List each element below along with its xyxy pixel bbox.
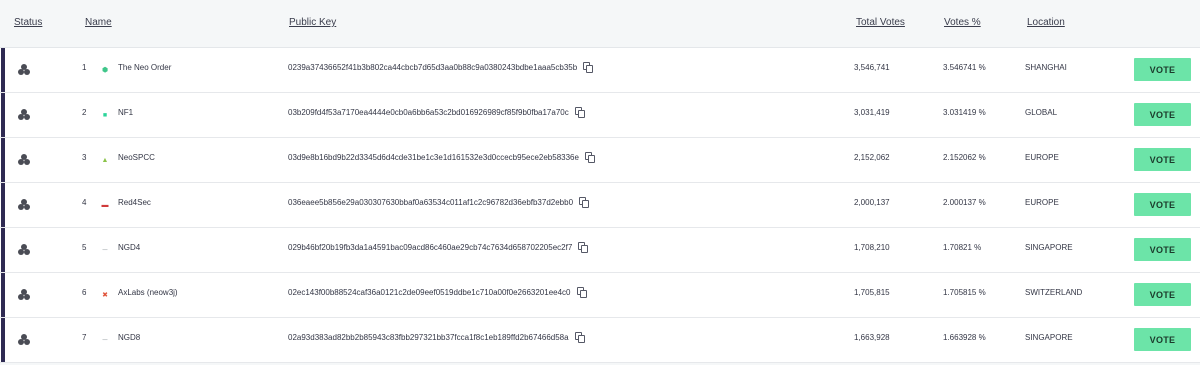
rank: 4 (82, 198, 87, 207)
vote-button[interactable]: VOTE (1134, 58, 1191, 81)
table-row: 2 ■ NF1 03b209fd4f53a7170ea4444e0cb0a6bb… (0, 93, 1200, 138)
status-icon (18, 289, 30, 301)
copy-icon[interactable] (575, 107, 585, 118)
votes-percent: 2.000137 % (943, 198, 986, 207)
votes-percent: 3.031419 % (943, 108, 986, 117)
status-icon (18, 109, 30, 121)
location: SWITZERLAND (1025, 288, 1083, 297)
table-row: 7 ─ NGD8 02a93d383ad82bb2b85943c83fbb297… (0, 318, 1200, 363)
total-votes: 2,000,137 (854, 198, 890, 207)
nf1-logo-icon: ■ (102, 111, 108, 119)
ngd-logo-icon: ─ (102, 246, 108, 254)
location: SHANGHAI (1025, 63, 1067, 72)
vote-button[interactable]: VOTE (1134, 148, 1191, 171)
column-header-public-key[interactable]: Public Key (289, 17, 336, 28)
vote-button[interactable]: VOTE (1134, 328, 1191, 351)
candidate-name: Red4Sec (118, 198, 151, 207)
table-row: 6 ✖ AxLabs (neow3j) 02ec143f00b88524caf3… (0, 273, 1200, 318)
rank: 3 (82, 153, 87, 162)
status-icon (18, 334, 30, 346)
vote-button[interactable]: VOTE (1134, 238, 1191, 261)
rank: 2 (82, 108, 87, 117)
votes-percent: 1.70821 % (943, 243, 982, 252)
vote-button[interactable]: VOTE (1134, 283, 1191, 306)
votes-percent: 1.663928 % (943, 333, 986, 342)
total-votes: 1,663,928 (854, 333, 890, 342)
status-icon (18, 244, 30, 256)
candidate-list: 1 ⬢ The Neo Order 0239a37436652f41b3b802… (0, 48, 1200, 363)
public-key: 03b209fd4f53a7170ea4444e0cb0a6bb6a53c2bd… (288, 108, 569, 117)
copy-icon[interactable] (579, 197, 589, 208)
copy-icon[interactable] (575, 332, 585, 343)
candidate-name: The Neo Order (118, 63, 172, 72)
location: EUROPE (1025, 153, 1059, 162)
public-key: 029b46bf20b19fb3da1a4591bac09acd86c460ae… (288, 243, 573, 252)
rank: 5 (82, 243, 87, 252)
copy-icon[interactable] (577, 287, 587, 298)
table-row: 3 ▲ NeoSPCC 03d9e8b16bd9b22d3345d6d4cde3… (0, 138, 1200, 183)
copy-icon[interactable] (583, 62, 593, 73)
public-key: 02ec143f00b88524caf36a0121c2de09eef0519d… (288, 288, 571, 297)
candidate-name: NGD8 (118, 333, 141, 342)
copy-icon[interactable] (578, 242, 588, 253)
column-header-total-votes[interactable]: Total Votes (856, 17, 905, 28)
status-icon (18, 154, 30, 166)
total-votes: 1,705,815 (854, 288, 890, 297)
red4sec-logo-icon: ▬ (101, 201, 109, 209)
copy-icon[interactable] (585, 152, 595, 163)
location: SINGAPORE (1025, 243, 1073, 252)
rank: 1 (82, 63, 87, 72)
table-row: 1 ⬢ The Neo Order 0239a37436652f41b3b802… (0, 48, 1200, 93)
candidate-name: NF1 (118, 108, 134, 117)
public-key: 036eaee5b856e29a030307630bbaf0a63534c011… (288, 198, 574, 207)
location: SINGAPORE (1025, 333, 1073, 342)
total-votes: 1,708,210 (854, 243, 890, 252)
ngd-logo-icon: ─ (102, 336, 108, 344)
axlabs-logo-icon: ✖ (102, 292, 108, 299)
column-header-status[interactable]: Status (14, 17, 42, 28)
public-key: 0239a37436652f41b3b802ca44cbcb7d65d3aa0b… (288, 63, 578, 72)
votes-percent: 3.546741 % (943, 63, 986, 72)
rank: 6 (82, 288, 87, 297)
public-key: 03d9e8b16bd9b22d3345d6d4cde31be1c3e1d161… (288, 153, 579, 162)
table-row: 5 ─ NGD4 029b46bf20b19fb3da1a4591bac09ac… (0, 228, 1200, 273)
votes-percent: 1.705815 % (943, 288, 986, 297)
total-votes: 3,031,419 (854, 108, 890, 117)
total-votes: 2,152,062 (854, 153, 890, 162)
column-header-name[interactable]: Name (85, 17, 112, 28)
neospcc-logo-icon: ▲ (101, 156, 109, 164)
location: GLOBAL (1025, 108, 1058, 117)
table-header: Status Name Public Key Total Votes Votes… (0, 0, 1200, 48)
candidate-name: NeoSPCC (118, 153, 155, 162)
rank: 7 (82, 333, 87, 342)
location: EUROPE (1025, 198, 1059, 207)
candidate-name: NGD4 (118, 243, 141, 252)
status-icon (18, 64, 30, 76)
total-votes: 3,546,741 (854, 63, 890, 72)
column-header-votes-percent[interactable]: Votes % (944, 17, 981, 28)
neo-order-logo-icon: ⬢ (101, 67, 109, 74)
candidate-name: AxLabs (neow3j) (118, 288, 178, 297)
public-key: 02a93d383ad82bb2b85943c83fbb297321bb37fc… (288, 333, 569, 342)
votes-percent: 2.152062 % (943, 153, 986, 162)
column-header-location[interactable]: Location (1027, 17, 1065, 28)
vote-button[interactable]: VOTE (1134, 103, 1191, 126)
table-row: 4 ▬ Red4Sec 036eaee5b856e29a030307630bba… (0, 183, 1200, 228)
status-icon (18, 199, 30, 211)
vote-button[interactable]: VOTE (1134, 193, 1191, 216)
